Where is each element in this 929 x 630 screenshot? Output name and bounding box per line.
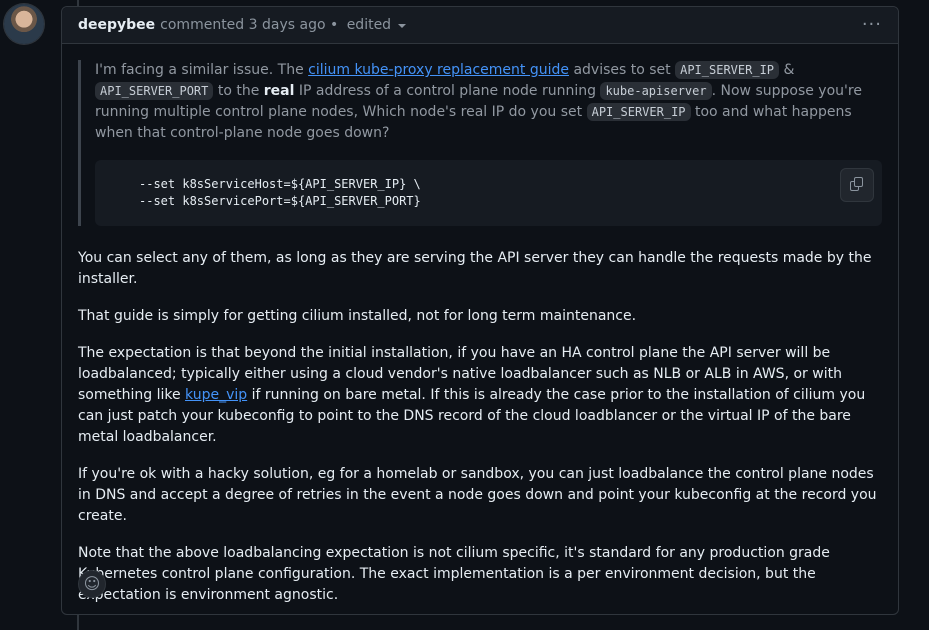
body-paragraph: You can select any of them, as long as t… — [78, 250, 872, 287]
author-link[interactable]: deepybee — [78, 17, 155, 33]
comment-meta: commented 3 days ago • — [160, 17, 343, 33]
emphasis-text: real — [263, 83, 295, 99]
copy-button[interactable] — [840, 168, 874, 202]
body-paragraph: Note that the above loadbalancing expect… — [78, 545, 830, 603]
add-reaction-button[interactable]: ☺ — [78, 570, 106, 598]
comment-header: deepybee commented 3 days ago • edited ·… — [62, 7, 898, 44]
code-block: --set k8sServiceHost=${API_SERVER_IP} \ … — [95, 160, 882, 226]
edited-dropdown[interactable]: edited — [346, 17, 407, 33]
smiley-icon: ☺ — [83, 574, 101, 593]
more-options-icon[interactable]: ··· — [862, 16, 882, 34]
code-line: --set k8sServicePort=${API_SERVER_PORT} — [139, 194, 421, 208]
avatar[interactable] — [4, 4, 44, 44]
inline-code: API_SERVER_IP — [586, 103, 691, 121]
inline-code: API_SERVER_PORT — [95, 82, 214, 100]
comment-body: I'm facing a similar issue. The cilium k… — [62, 44, 898, 606]
body-paragraph: If you're ok with a hacky solution, eg f… — [78, 466, 877, 524]
inline-code: kube-apiserver — [600, 82, 712, 100]
quote-text: I'm facing a similar issue. The cilium k… — [95, 61, 862, 141]
edited-label: edited — [346, 17, 392, 33]
copy-icon — [850, 177, 864, 193]
guide-link[interactable]: cilium kube-proxy replacement guide — [308, 62, 569, 78]
chevron-down-icon — [398, 24, 407, 28]
inline-code: API_SERVER_IP — [675, 61, 780, 79]
kube-vip-link[interactable]: kupe_vip — [185, 387, 247, 403]
body-paragraph: The expectation is that beyond the initi… — [78, 345, 866, 445]
code-line: --set k8sServiceHost=${API_SERVER_IP} \ — [139, 177, 421, 191]
comment-card: deepybee commented 3 days ago • edited ·… — [61, 6, 899, 615]
quote-block: I'm facing a similar issue. The cilium k… — [78, 60, 882, 226]
body-paragraph: That guide is simply for getting cilium … — [78, 308, 637, 324]
